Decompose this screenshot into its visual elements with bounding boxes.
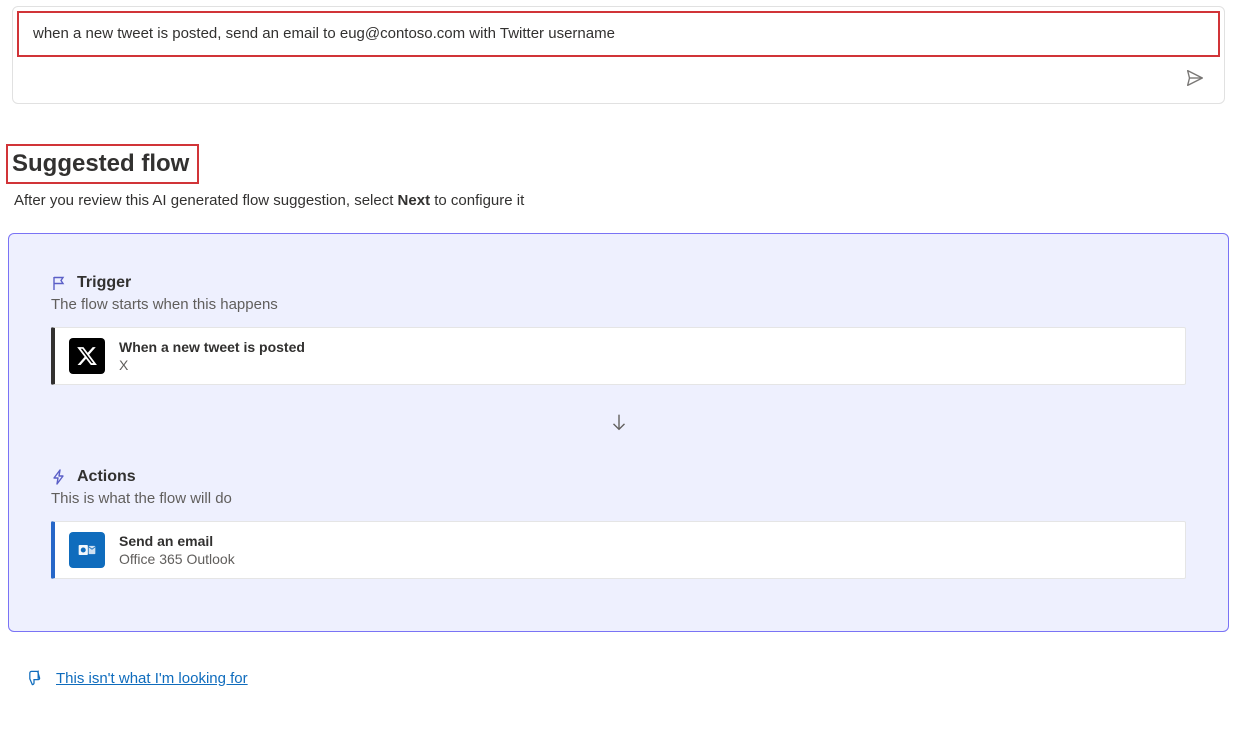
feedback-row: This isn't what I'm looking for (24, 668, 1237, 688)
x-twitter-icon (69, 338, 105, 374)
thumbs-down-icon[interactable] (24, 668, 44, 688)
prompt-input-container: when a new tweet is posted, send an emai… (12, 6, 1225, 104)
suggested-flow-header-section: Suggested flow After you review this AI … (6, 144, 1237, 209)
flow-arrow (51, 411, 1186, 438)
feedback-link[interactable]: This isn't what I'm looking for (56, 670, 248, 687)
page-subtitle: After you review this AI generated flow … (14, 192, 1237, 209)
flow-suggestion-panel: Trigger The flow starts when this happen… (8, 233, 1229, 632)
arrow-down-icon (608, 411, 630, 433)
trigger-card[interactable]: When a new tweet is posted X (51, 327, 1186, 385)
subtitle-after: to configure it (430, 192, 524, 209)
action-card-text: Send an email Office 365 Outlook (119, 533, 235, 567)
outlook-icon (69, 532, 105, 568)
action-card[interactable]: Send an email Office 365 Outlook (51, 521, 1186, 579)
lightning-icon (51, 469, 67, 485)
page-title: Suggested flow (12, 150, 189, 178)
flag-icon (51, 275, 67, 291)
trigger-card-title: When a new tweet is posted (119, 339, 305, 355)
actions-label: Actions (77, 468, 136, 486)
actions-section-header: Actions (51, 468, 1186, 486)
prompt-input[interactable]: when a new tweet is posted, send an emai… (33, 25, 615, 42)
heading-highlight-box: Suggested flow (6, 144, 199, 184)
send-icon[interactable] (1184, 67, 1206, 89)
prompt-highlight-box: when a new tweet is posted, send an emai… (17, 11, 1220, 57)
actions-description: This is what the flow will do (51, 490, 1186, 507)
trigger-card-text: When a new tweet is posted X (119, 339, 305, 373)
action-card-subtitle: Office 365 Outlook (119, 551, 235, 567)
subtitle-before: After you review this AI generated flow … (14, 192, 398, 209)
trigger-card-subtitle: X (119, 357, 305, 373)
trigger-description: The flow starts when this happens (51, 296, 1186, 313)
trigger-label: Trigger (77, 274, 131, 292)
subtitle-bold: Next (398, 192, 431, 209)
send-row (13, 61, 1224, 103)
trigger-section-header: Trigger (51, 274, 1186, 292)
action-card-title: Send an email (119, 533, 235, 549)
